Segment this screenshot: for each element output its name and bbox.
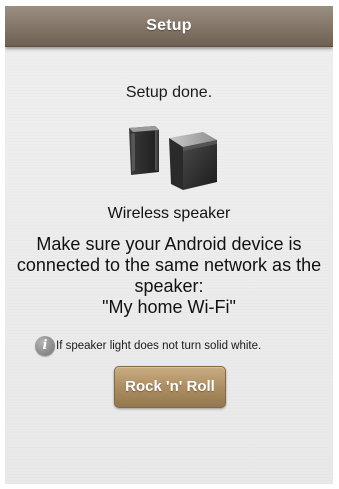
speaker-name: Wireless speaker xyxy=(107,205,231,222)
setup-screen: Setup Setup done. Wireless speaker Make … xyxy=(5,6,333,484)
speaker-icon xyxy=(121,120,231,200)
page-title: Setup xyxy=(146,17,192,34)
instruction-line-3: speaker: xyxy=(134,276,204,296)
network-name: "My home Wi-Fi" xyxy=(102,297,236,317)
setup-status-message: Setup done. xyxy=(125,84,213,101)
hint-text[interactable]: If speaker light does not turn solid whi… xyxy=(56,340,261,352)
instruction-line-2: connected to the same network as the xyxy=(16,255,322,275)
speaker-light-hint[interactable]: i If speaker light does not turn solid w… xyxy=(35,335,261,357)
title-bar: Setup xyxy=(5,6,333,47)
rock-n-roll-button[interactable]: Rock 'n' Roll xyxy=(114,366,226,408)
instruction-line-1: Make sure your Android device is xyxy=(36,234,302,254)
network-instruction: Make sure your Android device is connect… xyxy=(5,234,333,297)
info-icon[interactable]: i xyxy=(35,336,55,356)
